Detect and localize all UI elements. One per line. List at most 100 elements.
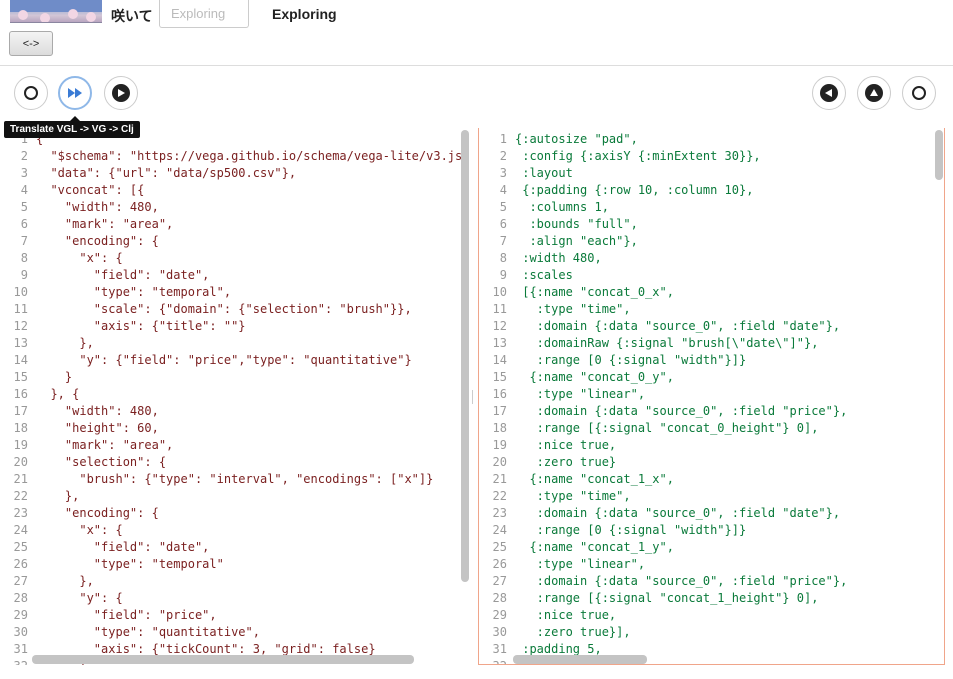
splitter-handle[interactable] [472,390,473,404]
clojure-editor[interactable]: 32 :marks31 :padding 5,30 :zero true}],2… [478,128,945,665]
line-number: 30 [492,625,507,639]
code-text: :domain {:data "source_0", :field "date"… [515,319,841,333]
code-text: "encoding": { [36,234,159,248]
code-line: 15 {:name "concat_0_y", [479,369,674,386]
code-text: "type": "quantitative", [36,625,260,639]
code-text: :zero true} [515,455,617,469]
vegalite-editor[interactable]: 32 }31 "axis": {"tickCount": 3, "grid": … [0,128,470,665]
code-text: :columns 1, [515,200,609,214]
code-text: "y": { [36,591,123,605]
code-line: 14 :range [0 {:signal "width"}]} [479,352,747,369]
code-text: :width 480, [515,251,602,265]
line-number: 7 [499,234,507,248]
code-line: 21 "brush": {"type": "interval", "encodi… [0,471,434,488]
code-text: :range [{:signal "concat_0_height"} 0], [515,421,819,435]
line-number: 16 [13,387,28,401]
back-button[interactable] [812,76,846,110]
swap-button[interactable]: <-> [9,31,53,56]
code-line: 6 :bounds "full", [479,216,638,233]
code-line: 7 :align "each"}, [479,233,638,250]
line-number: 28 [492,591,507,605]
code-text: "data": {"url": "data/sp500.csv"}, [36,166,297,180]
line-number: 10 [13,285,28,299]
code-text: "type": "temporal", [36,285,232,299]
code-text: {:name "concat_1_x", [515,472,674,486]
circle-outline-button[interactable] [14,76,48,110]
line-number: 17 [492,404,507,418]
search-input[interactable] [159,0,249,28]
code-line: 5 :columns 1, [479,199,609,216]
code-line: 4 "vconcat": [{ [0,182,145,199]
vertical-scrollbar[interactable] [935,130,943,180]
page-title: 咲いて [111,8,153,24]
play-button[interactable] [104,76,138,110]
code-text: :scales [515,268,573,282]
code-text: [{:name "concat_0_x", [515,285,674,299]
line-number: 8 [20,251,28,265]
code-text: "scale": {"domain": {"selection": "brush… [36,302,412,316]
line-number: 10 [492,285,507,299]
line-number: 2 [20,149,28,163]
up-circle-icon [865,84,883,102]
code-text: :range [0 {:signal "width"}]} [515,353,747,367]
code-text: :zero true}], [515,625,631,639]
horizontal-scrollbar[interactable] [32,655,414,664]
code-text: :type "time", [515,489,631,503]
code-text: "axis": {"title": ""} [36,319,246,333]
line-number: 21 [492,472,507,486]
code-text: }, [36,489,80,503]
code-line: 1 {:autosize "pad", [479,131,638,148]
code-text: "y": {"field": "price","type": "quantita… [36,353,412,367]
code-text: "field": "date", [36,268,210,282]
code-line: 13 :domainRaw {:signal "brush[\"date\"]"… [479,335,819,352]
code-line: 16 :type "linear", [479,386,646,403]
circle-outline-button-right[interactable] [902,76,936,110]
thumbnail-image [10,0,102,23]
line-number: 29 [492,608,507,622]
line-number: 32 [0,658,36,665]
line-number: 4 [20,183,28,197]
code-line: 18 :range [{:signal "concat_0_height"} 0… [479,420,819,437]
code-text: :bounds "full", [515,217,638,231]
line-number: 28 [13,591,28,605]
code-text: :domainRaw {:signal "brush[\"date\"]"}, [515,336,819,350]
circle-outline-icon [24,86,38,100]
up-button[interactable] [857,76,891,110]
code-text: "brush": {"type": "interval", "encodings… [36,472,434,486]
vertical-scrollbar[interactable] [461,130,469,582]
code-text: :nice true, [515,438,617,452]
code-text: "vconcat": [{ [36,183,145,197]
circle-outline-icon [912,86,926,100]
line-number: 22 [13,489,28,503]
code-text: {:name "concat_1_y", [515,540,674,554]
line-number: 19 [13,438,28,452]
line-number: 30 [13,625,28,639]
line-number: 3 [20,166,28,180]
line-number: 18 [492,421,507,435]
code-line: 26 :type "linear", [479,556,646,573]
line-number: 29 [13,608,28,622]
code-line: 15 } [0,369,73,386]
code-line: 23 "encoding": { [0,505,159,522]
code-text: :type "linear", [515,387,646,401]
code-line: 4 {:padding {:row 10, :column 10}, [479,182,754,199]
code-text: :domain {:data "source_0", :field "date"… [515,506,841,520]
line-number: 2 [499,149,507,163]
code-line: 25 "field": "date", [0,539,210,556]
translate-button[interactable] [58,76,92,110]
line-number: 1 [499,132,507,146]
play-circle-icon [112,84,130,102]
line-number: 14 [13,353,28,367]
line-number: 23 [13,506,28,520]
code-text: "selection": { [36,455,167,469]
horizontal-scrollbar[interactable] [513,655,647,664]
code-line: 12 :domain {:data "source_0", :field "da… [479,318,841,335]
line-number: 12 [492,319,507,333]
code-line: 10 [{:name "concat_0_x", [479,284,674,301]
code-text: {:autosize "pad", [515,132,638,146]
code-line: 21 {:name "concat_1_x", [479,471,674,488]
code-text: :range [{:signal "concat_1_height"} 0], [515,591,819,605]
line-number: 26 [13,557,28,571]
line-number: 19 [492,438,507,452]
code-text: "mark": "area", [36,217,174,231]
